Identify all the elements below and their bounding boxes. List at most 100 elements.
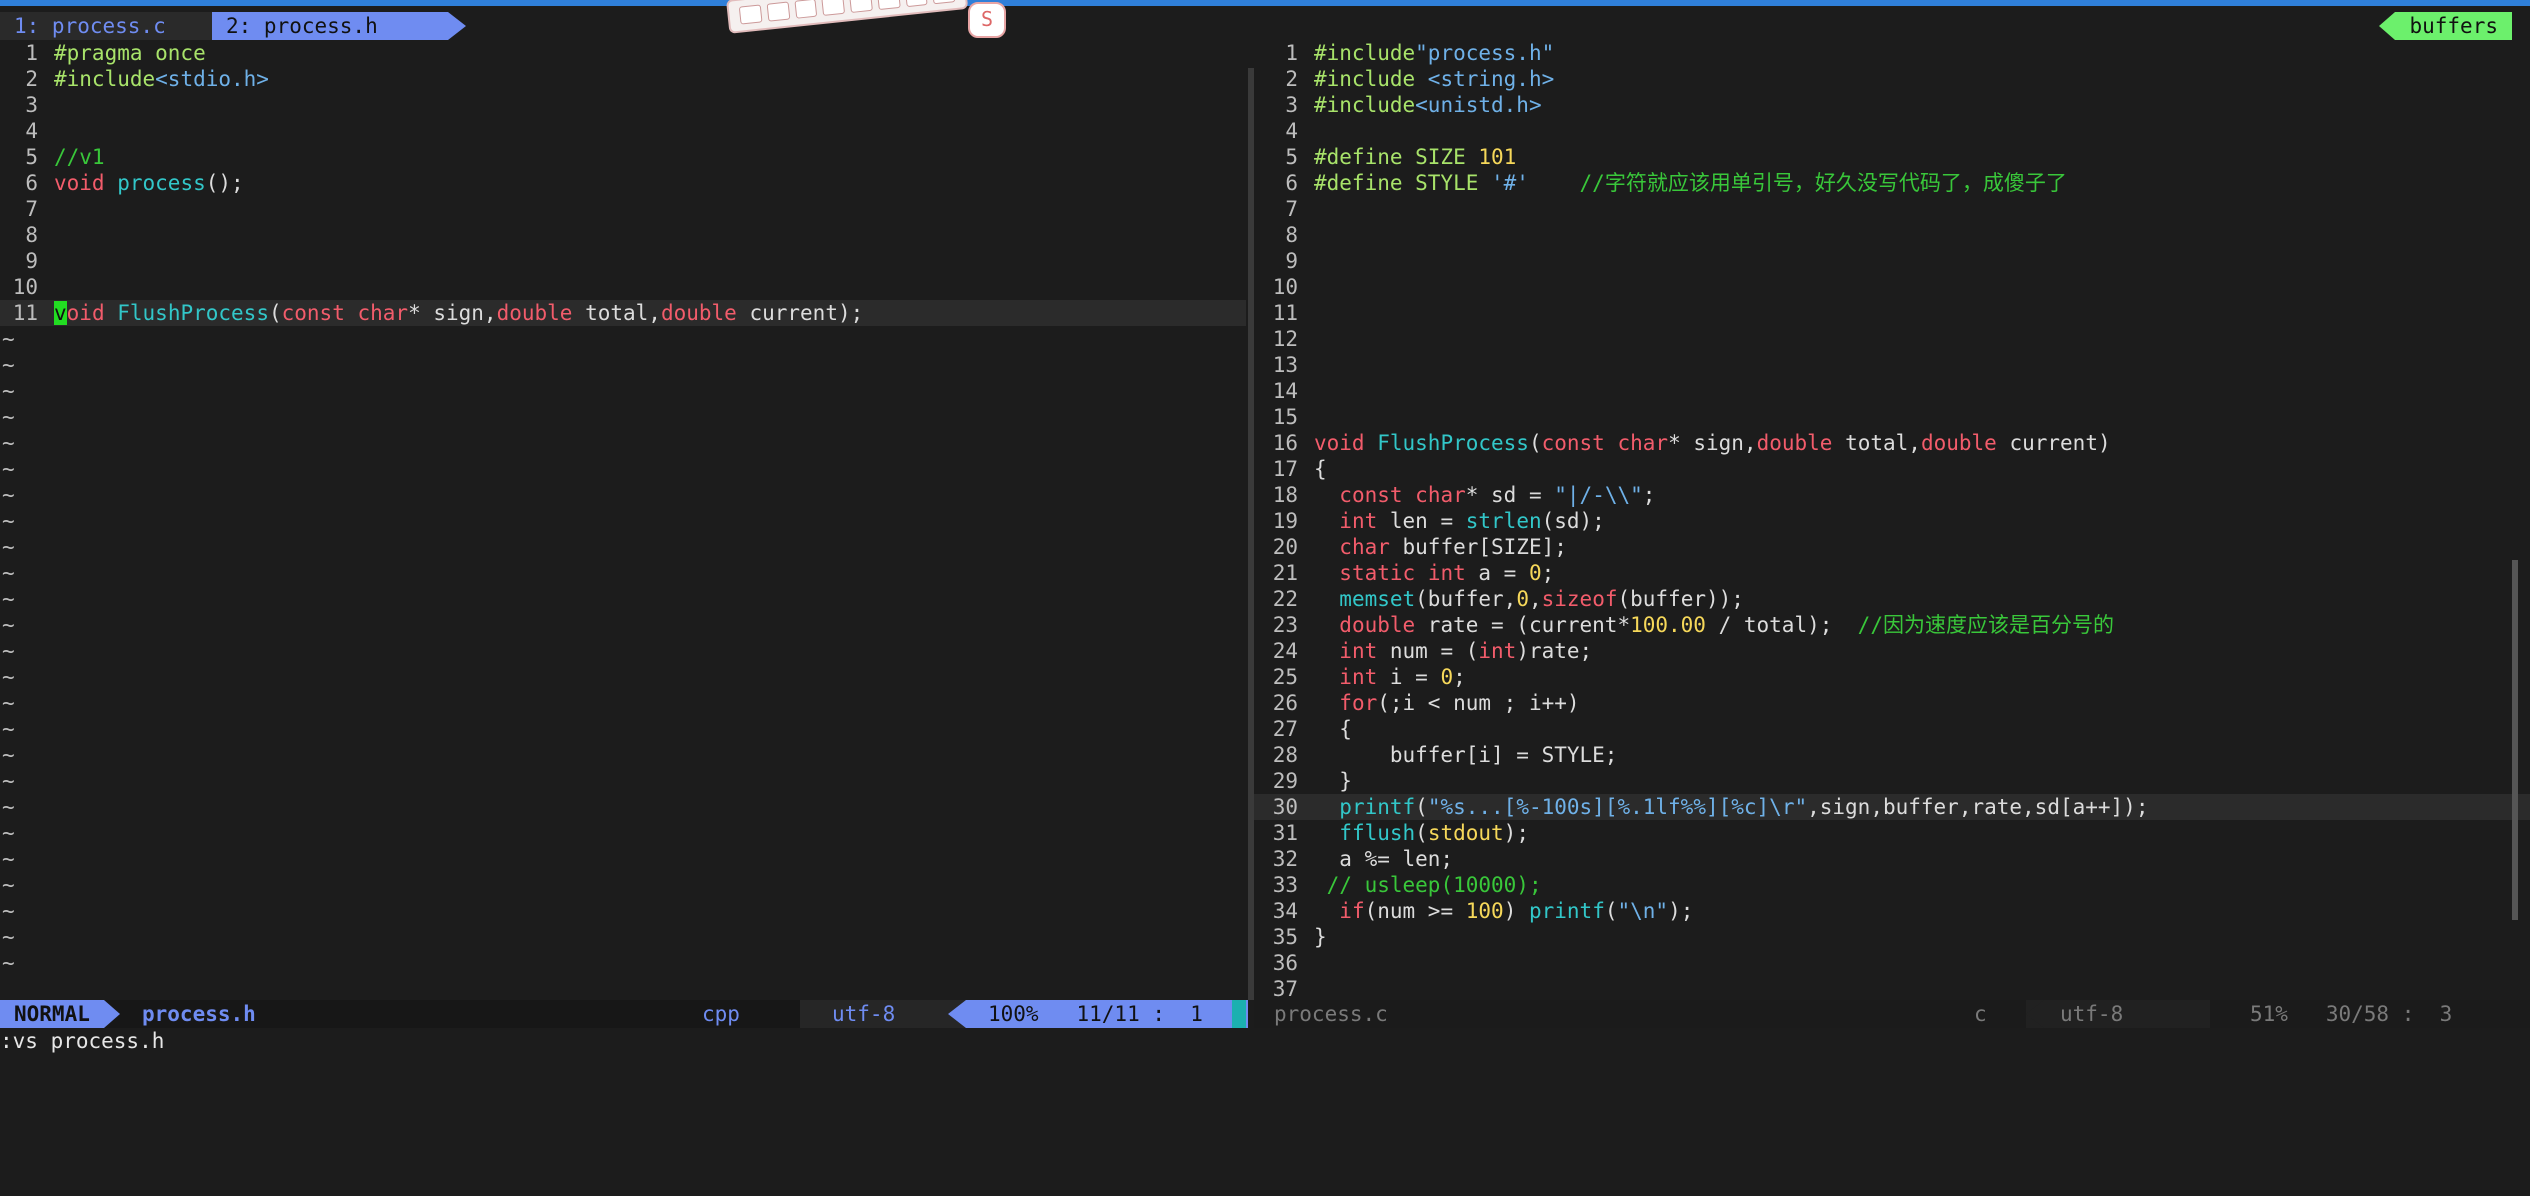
line-number: 16 [1272, 431, 1298, 455]
code-token: ( [268, 301, 282, 325]
code-line[interactable]: 1 #pragma once [0, 40, 1246, 66]
code-line[interactable]: 10 [0, 274, 1246, 300]
code-line[interactable]: 15 [1254, 404, 2530, 430]
code-line[interactable]: 10 [1254, 274, 2530, 300]
line-number: 11 [12, 301, 38, 325]
code-line[interactable]: 30 printf("%s...[%-100s][%.1lf%%][%c]\r"… [1254, 794, 2530, 820]
code-line[interactable]: 16 void FlushProcess(const char* sign,dou… [1254, 430, 2530, 456]
scrollbar[interactable] [2512, 560, 2518, 920]
code-token: int [1339, 509, 1378, 533]
empty-line-marker: ~ [2, 613, 15, 637]
code-token: len = [1377, 509, 1466, 533]
code-line[interactable]: 21 static int a = 0; [1254, 560, 2530, 586]
code-line[interactable]: 9 [1254, 248, 2530, 274]
code-line[interactable]: 18 const char* sd = "|/-\\"; [1254, 482, 2530, 508]
line-number: 26 [1272, 691, 1298, 715]
empty-line-marker: ~ [2, 509, 15, 533]
code-token: a = [1465, 561, 1529, 585]
code-line[interactable]: 12 [1254, 326, 2530, 352]
line-number: 2 [25, 67, 38, 91]
code-token: void [54, 171, 105, 195]
code-line[interactable]: 3 [0, 92, 1246, 118]
code-line[interactable]: 7 [1254, 196, 2530, 222]
code-token: ( [1415, 821, 1428, 845]
code-line[interactable]: 17 { [1254, 456, 2530, 482]
line-number: 24 [1272, 639, 1298, 663]
code-line[interactable]: 5 #define SIZE 101 [1254, 144, 2530, 170]
code-token: <stdio.h> [155, 67, 269, 91]
line-number: 10 [1272, 275, 1298, 299]
code-line[interactable]: 5 //v1 [0, 144, 1246, 170]
line-number: 36 [1272, 951, 1298, 975]
line-number: 8 [25, 223, 38, 247]
code-line[interactable]: 6 void process(); [0, 170, 1246, 196]
code-line[interactable]: 20 char buffer[SIZE]; [1254, 534, 2530, 560]
code-line[interactable]: 13 [1254, 352, 2530, 378]
code-line[interactable]: 37 [1254, 976, 2530, 1002]
code-token: (); [205, 171, 244, 195]
status-position: 51% 30/58 : 3 [2250, 1002, 2453, 1026]
code-token: printf [1339, 795, 1416, 819]
code-line[interactable]: 14 [1254, 378, 2530, 404]
line-number: 28 [1272, 743, 1298, 767]
code-token: current); [736, 301, 864, 325]
status-line-process-h: NORMAL process.h cpp utf-8 100% 11/11 : … [0, 1000, 1248, 1028]
window-top-accent [0, 0, 2530, 6]
code-token: "process.h" [1415, 41, 1555, 65]
code-line[interactable]: 11 void FlushProcess(const char* sign,dou… [0, 300, 1246, 326]
code-token: printf [1528, 899, 1605, 923]
code-line[interactable]: 2 #include<stdio.h> [0, 66, 1246, 92]
code-token: 101 [1478, 145, 1517, 169]
code-line[interactable]: 6 #define STYLE '#' //字符就应该用单引号，好久没写代码了，成… [1254, 170, 2530, 196]
key-icon [849, 0, 873, 14]
editor-pane-process-h[interactable]: 1 #pragma once 2 #include<stdio.h> 3 4 5//v1 6 v… [0, 40, 1246, 998]
code-line[interactable]: 27 { [1254, 716, 2530, 742]
tab-process-c[interactable]: 1: process.c [0, 12, 218, 40]
code-token: 100.00 [1630, 613, 1706, 637]
code-token: double [1756, 431, 1833, 455]
code-line[interactable]: 4 [1254, 118, 2530, 144]
empty-line-marker: ~ [2, 535, 15, 559]
code-line[interactable]: 36 [1254, 950, 2530, 976]
tab-process-h[interactable]: 2: process.h [192, 12, 466, 40]
empty-line-marker: ~ [2, 691, 15, 715]
code-line[interactable]: 9 [0, 248, 1246, 274]
buffers-label[interactable]: buffers [2379, 12, 2512, 40]
code-line[interactable]: 7 [0, 196, 1246, 222]
line-number: 18 [1272, 483, 1298, 507]
code-line[interactable]: 31 fflush(stdout); [1254, 820, 2530, 846]
code-token: num = ( [1377, 639, 1479, 663]
code-token: char [1339, 535, 1390, 559]
command-line[interactable]: :vs process.h [0, 1028, 164, 1054]
line-number: 37 [1272, 977, 1298, 1001]
empty-line-marker: ~ [2, 769, 15, 793]
code-line[interactable]: 28 buffer[i] = STYLE; [1254, 742, 2530, 768]
code-line[interactable]: 24 int num = (int)rate; [1254, 638, 2530, 664]
code-line[interactable]: 11 [1254, 300, 2530, 326]
code-line[interactable]: 23 double rate = (current*100.00 / total… [1254, 612, 2530, 638]
code-line[interactable]: 34 if(num >= 100) printf("\n"); [1254, 898, 2530, 924]
code-line[interactable]: 3 #include<unistd.h> [1254, 92, 2530, 118]
code-token: * sign, [408, 301, 497, 325]
code-token: //字符就应该用单引号，好久没写代码了，成傻子了 [1579, 171, 2067, 195]
code-line[interactable]: 32 a %= len; [1254, 846, 2530, 872]
code-line[interactable]: 26 for(;i < num ; i++) [1254, 690, 2530, 716]
code-line[interactable]: 8 [0, 222, 1246, 248]
editor-pane-process-c[interactable]: 1 #include"process.h" 2 #include <string.h>… [1254, 40, 2530, 1001]
code-line[interactable]: 35} [1254, 924, 2530, 950]
line-number: 12 [1272, 327, 1298, 351]
code-line[interactable]: 8 [1254, 222, 2530, 248]
code-line[interactable]: 22 memset(buffer,0,sizeof(buffer)); [1254, 586, 2530, 612]
code-line[interactable]: 19 int len = strlen(sd); [1254, 508, 2530, 534]
code-line[interactable]: 33 // usleep(10000); [1254, 872, 2530, 898]
code-line[interactable]: 1 #include"process.h" [1254, 40, 2530, 66]
code-line[interactable]: 29 } [1254, 768, 2530, 794]
code-token: "%s...[%-100s][%.1lf%%][%c]\r" [1427, 795, 1808, 819]
code-line[interactable]: 2 #include <string.h> [1254, 66, 2530, 92]
code-line[interactable]: 4 [0, 118, 1246, 144]
code-line[interactable]: 25 int i = 0; [1254, 664, 2530, 690]
